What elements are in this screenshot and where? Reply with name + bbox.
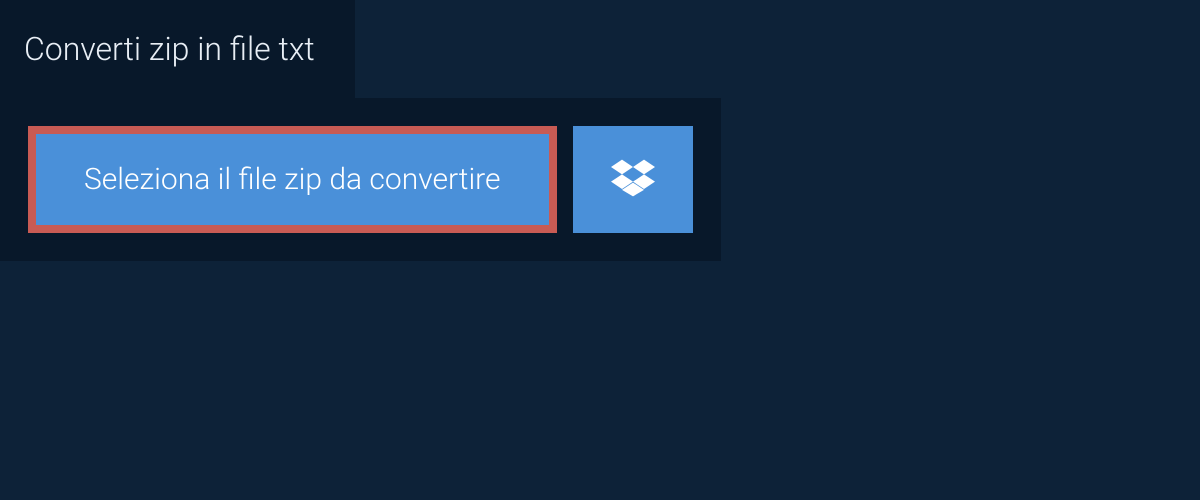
dropbox-button[interactable] bbox=[573, 126, 693, 233]
tab-bar: Converti zip in file txt bbox=[0, 0, 1200, 98]
select-file-label: Seleziona il file zip da convertire bbox=[84, 162, 501, 197]
dropbox-icon bbox=[611, 156, 655, 204]
select-file-button[interactable]: Seleziona il file zip da convertire bbox=[28, 126, 557, 233]
upload-panel: Seleziona il file zip da convertire bbox=[0, 98, 721, 261]
tab-title: Converti zip in file txt bbox=[24, 30, 315, 68]
tab-convert-zip-txt[interactable]: Converti zip in file txt bbox=[0, 0, 355, 98]
